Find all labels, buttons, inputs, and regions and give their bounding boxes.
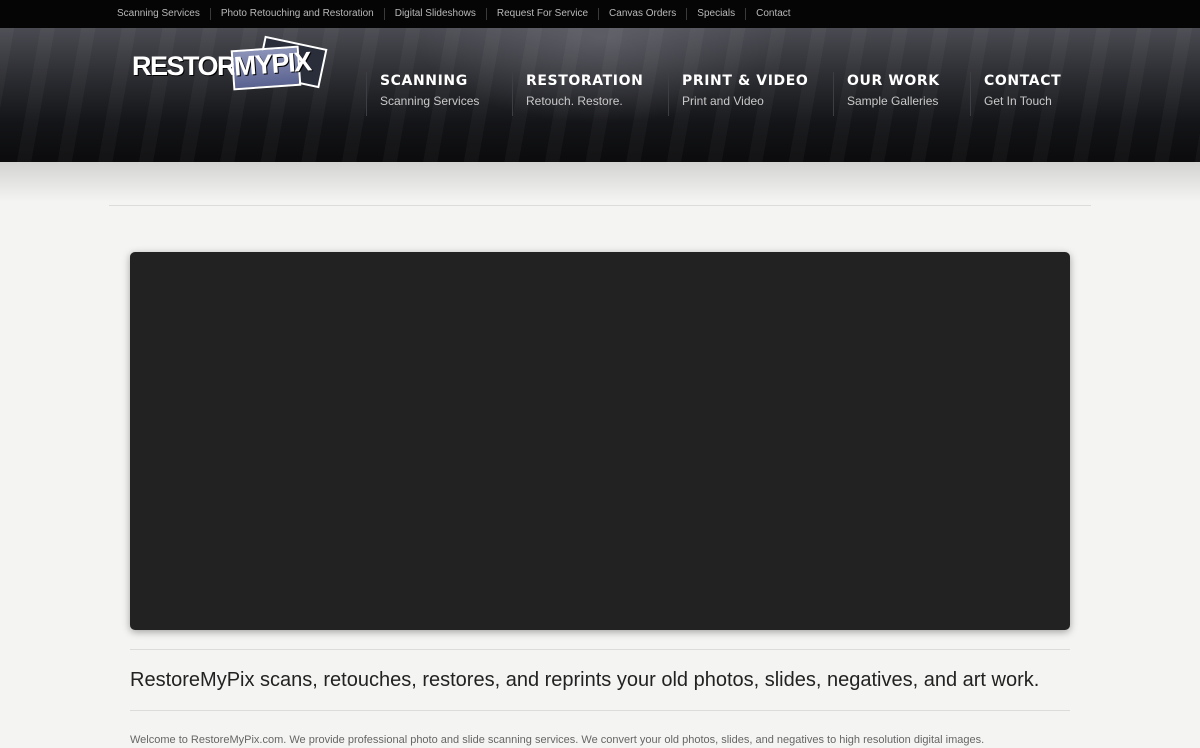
nav-title-scanning: SCANNING (380, 73, 468, 89)
nav-title-our-work: OUR WORK (847, 73, 940, 89)
nav-subtitle-restoration: Retouch. Restore. (526, 94, 623, 108)
top-link-photo-retouching[interactable]: Photo Retouching and Restoration (209, 8, 384, 20)
content-divider-bottom (130, 710, 1070, 711)
nav-title-print-video: PRINT & VIDEO (682, 73, 809, 89)
top-links-list: Scanning Services Photo Retouching and R… (0, 0, 1200, 28)
nav-subtitle-contact: Get In Touch (984, 94, 1052, 108)
nav-item-restoration[interactable]: RESTORATION Retouch. Restore. (512, 72, 668, 116)
site-logo[interactable]: RESTORE MYPIX (132, 35, 332, 98)
nav-item-our-work[interactable]: OUR WORK Sample Galleries (833, 72, 970, 116)
top-link-digital-slideshows[interactable]: Digital Slideshows (383, 8, 486, 20)
top-link-scanning-services[interactable]: Scanning Services (107, 8, 210, 20)
nav-title-contact: CONTACT (984, 73, 1062, 89)
nav-subtitle-our-work: Sample Galleries (847, 94, 939, 108)
nav-item-scanning[interactable]: SCANNING Scanning Services (366, 72, 512, 116)
content-divider-mid (130, 649, 1070, 650)
header-shadow (0, 162, 1200, 202)
video-player[interactable] (130, 252, 1070, 630)
top-link-request-for-service[interactable]: Request For Service (485, 8, 598, 20)
content-divider-top (109, 205, 1091, 206)
nav-item-contact[interactable]: CONTACT Get In Touch (970, 72, 1080, 116)
nav-item-print-video[interactable]: PRINT & VIDEO Print and Video (668, 72, 833, 116)
main-navigation: SCANNING Scanning Services RESTORATION R… (366, 72, 1080, 116)
intro-paragraph: Welcome to RestoreMyPix.com. We provide … (130, 734, 985, 746)
page-tagline: RestoreMyPix scans, retouches, restores,… (130, 669, 1040, 691)
top-utility-bar: Scanning Services Photo Retouching and R… (0, 0, 1200, 28)
top-link-specials[interactable]: Specials (686, 8, 745, 20)
top-link-canvas-orders[interactable]: Canvas Orders (598, 8, 686, 20)
nav-title-restoration: RESTORATION (526, 73, 644, 89)
nav-subtitle-scanning: Scanning Services (380, 94, 480, 108)
nav-subtitle-print-video: Print and Video (682, 94, 764, 108)
logo-word-mypix: MYPIX (233, 46, 312, 82)
top-link-contact[interactable]: Contact (745, 8, 800, 20)
